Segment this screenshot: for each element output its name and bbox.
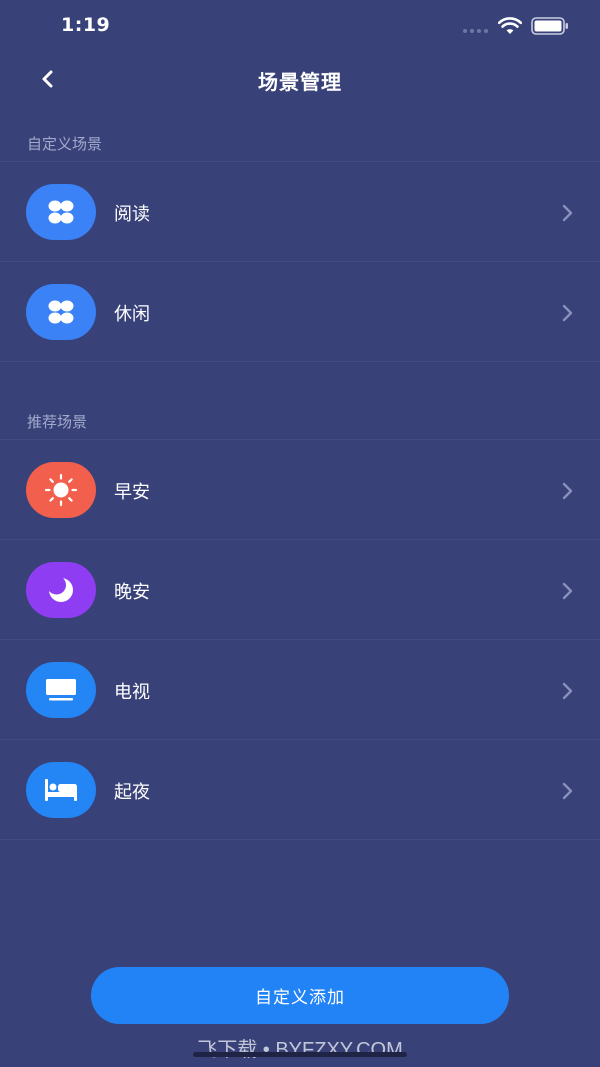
- navigation-bar: 场景管理: [0, 54, 600, 104]
- scene-label: 阅读: [114, 204, 150, 225]
- section-header-recommended-scenes: 推荐场景: [27, 413, 88, 431]
- scene-icon-badge: [26, 462, 96, 518]
- scene-icon-badge: [26, 184, 96, 240]
- page-title: 场景管理: [258, 70, 342, 94]
- scene-icon-badge: [26, 662, 96, 718]
- scene-row-good-night[interactable]: 晚安: [0, 540, 600, 640]
- status-bar: 1:19: [0, 0, 600, 54]
- battery-icon: [531, 17, 568, 35]
- scene-row-good-morning[interactable]: 早安: [0, 440, 600, 540]
- chevron-right-icon: [562, 204, 573, 222]
- wifi-icon: [498, 17, 522, 34]
- clover-icon: [48, 200, 74, 224]
- scene-row-reading[interactable]: 阅读: [0, 162, 600, 262]
- scene-icon-badge: [26, 562, 96, 618]
- home-indicator[interactable]: [193, 1052, 407, 1057]
- divider: [0, 361, 600, 362]
- scene-row-tv[interactable]: 电视: [0, 640, 600, 740]
- scene-icon-badge: [26, 284, 96, 340]
- scene-label: 休闲: [114, 304, 150, 325]
- scene-row-night-rise[interactable]: 起夜: [0, 740, 600, 840]
- status-time: 1:19: [61, 14, 111, 36]
- scene-label: 晚安: [114, 582, 150, 603]
- watermark: 飞下载 • BYFZXY.COM: [197, 1039, 403, 1061]
- scene-row-leisure[interactable]: 休闲: [0, 262, 600, 362]
- divider: [0, 839, 600, 840]
- chevron-right-icon: [562, 582, 573, 600]
- scene-icon-badge: [26, 762, 96, 818]
- cellular-signal-icon: [463, 29, 488, 33]
- bed-icon: [45, 779, 77, 801]
- clover-icon: [48, 300, 74, 324]
- chevron-right-icon: [562, 682, 573, 700]
- chevron-right-icon: [562, 482, 573, 500]
- moon-icon: [47, 575, 73, 602]
- scene-label: 起夜: [114, 782, 150, 803]
- tv-icon: [46, 679, 76, 701]
- sun-icon: [44, 473, 78, 507]
- scene-label: 电视: [114, 682, 150, 703]
- chevron-right-icon: [562, 304, 573, 322]
- scene-label: 早安: [114, 482, 150, 503]
- section-header-custom-scenes: 自定义场景: [27, 135, 103, 153]
- custom-add-button[interactable]: 自定义添加: [91, 967, 509, 1024]
- chevron-right-icon: [562, 782, 573, 800]
